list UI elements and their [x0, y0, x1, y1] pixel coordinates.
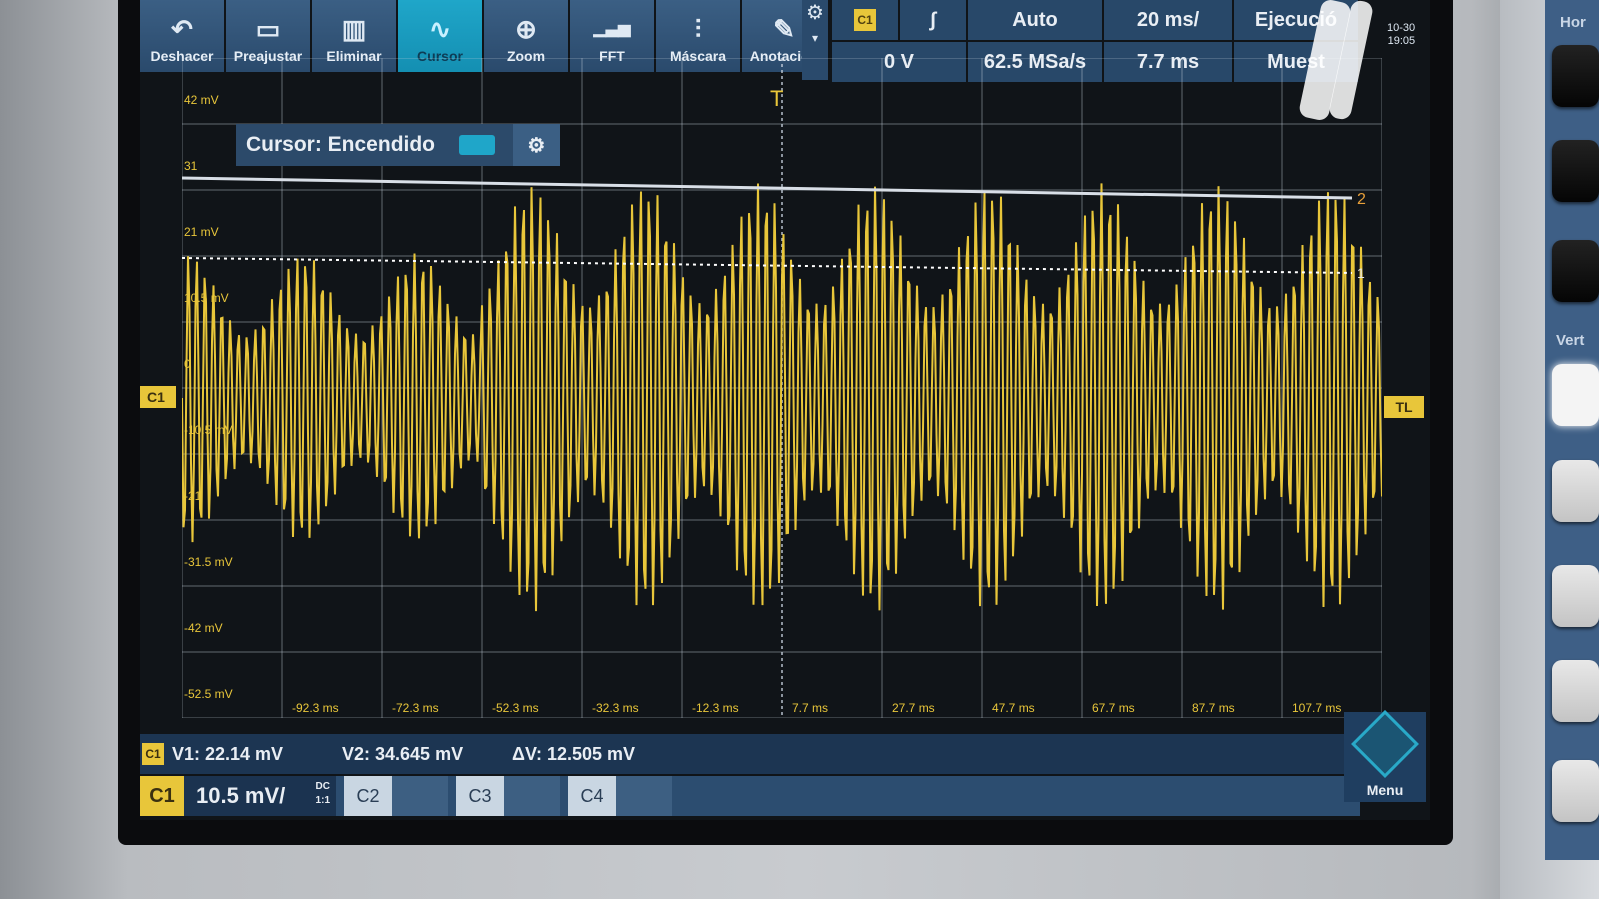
x-tick-label: 27.7 ms — [892, 701, 935, 715]
y-tick-label: 21 mV — [184, 225, 219, 239]
fft-icon: ▁▃▅ — [593, 20, 631, 37]
trigger-position-icon: T — [770, 86, 783, 111]
cursor-panel: Cursor: Encendido ⚙ — [236, 124, 561, 166]
channel-c3-button[interactable]: C3 — [456, 776, 504, 816]
rs-logo-icon — [1351, 710, 1419, 778]
hw-button-5[interactable] — [1552, 460, 1599, 522]
cursor-icon: ∿ — [429, 14, 451, 44]
hw-button-7[interactable] — [1552, 660, 1599, 722]
vertical-label: Vert — [1556, 332, 1585, 349]
trigger-source[interactable]: C1 — [832, 0, 898, 40]
trigger-mode[interactable]: Auto — [968, 0, 1102, 40]
channel-c1-scale[interactable]: 10.5 mV/ DC 1:1 — [184, 776, 336, 816]
probe-label: 1:1 — [315, 795, 330, 806]
hw-button-vertical-lit[interactable] — [1552, 364, 1599, 426]
trigger-level-marker[interactable]: TL — [1384, 396, 1424, 418]
horizontal-label: Hor — [1560, 14, 1586, 31]
x-tick-label: 87.7 ms — [1192, 701, 1235, 715]
v1-readout: V1: 22.14 mV — [172, 743, 284, 764]
zoom-icon: ⊕ — [515, 14, 537, 44]
trash-icon: ▥ — [341, 14, 367, 44]
cursor-toggle[interactable] — [458, 135, 495, 155]
channel-c4-button[interactable]: C4 — [568, 776, 616, 816]
x-tick-label: -32.3 ms — [592, 701, 639, 715]
x-tick-label: 47.7 ms — [992, 701, 1035, 715]
cursor-settings-button[interactable]: ⚙ — [512, 124, 561, 166]
gear-icon: ⚙ — [806, 2, 824, 24]
x-tick-label: 67.7 ms — [1092, 701, 1135, 715]
v2-readout: V2: 34.645 mV — [342, 743, 464, 764]
x-tick-label: -92.3 ms — [292, 701, 339, 715]
y-tick-label: 31 — [184, 159, 198, 173]
hw-button-8[interactable] — [1552, 760, 1599, 822]
hw-button-3[interactable] — [1552, 240, 1599, 302]
hw-button-6[interactable] — [1552, 565, 1599, 627]
channel-c1-button[interactable]: C1 — [140, 776, 184, 816]
preset-icon: ▭ — [255, 14, 281, 44]
channel-marker-c1[interactable]: C1 — [140, 386, 176, 408]
hw-button-1[interactable] — [1552, 45, 1599, 107]
side-softkey-strip — [1545, 0, 1599, 860]
y-tick-label: 42 mV — [184, 93, 219, 107]
trigger-slope[interactable]: ∫ — [900, 0, 966, 40]
cursor-line-2 — [181, 176, 1353, 200]
oscilloscope-screen: ↶ Deshacer ▭ Preajustar ▥ Eliminar ∿ Cursor … — [140, 0, 1430, 820]
cursor-1-label: 1 — [1357, 265, 1365, 281]
x-tick-label: -52.3 ms — [492, 701, 539, 715]
channel-c3-slot — [504, 776, 560, 816]
channel-bar: C1 10.5 mV/ DC 1:1 C2 C3 C4 — [140, 776, 1360, 816]
x-tick-label: 7.7 ms — [792, 701, 828, 715]
x-tick-label: 107.7 ms — [1292, 701, 1341, 715]
cursor-readout: C1 V1: 22.14 mV V2: 34.645 mV ΔV: 12.505… — [140, 734, 1360, 774]
datetime: 10-30 19:05 — [1387, 22, 1416, 47]
readout-channel-tag: C1 — [142, 743, 164, 765]
x-tick-label: -72.3 ms — [392, 701, 439, 715]
delta-v-readout: ΔV: 12.505 mV — [512, 743, 636, 764]
chevron-down-icon: ▾ — [811, 31, 819, 45]
mask-icon: ⫶ — [694, 14, 702, 44]
gear-icon: ⚙ — [527, 134, 546, 157]
x-tick-label: -12.3 ms — [692, 701, 739, 715]
menu-button[interactable]: Menu — [1344, 710, 1426, 802]
hw-button-2[interactable] — [1552, 140, 1599, 202]
cursor-status-label: Cursor: Encendido — [246, 133, 436, 156]
undo-icon: ↶ — [171, 14, 193, 44]
channel-c4-slot — [616, 776, 672, 816]
cursor-2-label: 2 — [1357, 191, 1366, 208]
channel-c2-button[interactable]: C2 — [344, 776, 392, 816]
y-tick-label: -52.5 mV — [184, 687, 233, 701]
y-tick-label: -42 mV — [184, 621, 223, 635]
channel-c2-slot — [392, 776, 448, 816]
y-tick-label: -31.5 mV — [184, 555, 233, 569]
timebase[interactable]: 20 ms/ — [1104, 0, 1232, 40]
pencil-icon: ✎ — [773, 14, 795, 44]
coupling-label: DC — [315, 781, 330, 792]
